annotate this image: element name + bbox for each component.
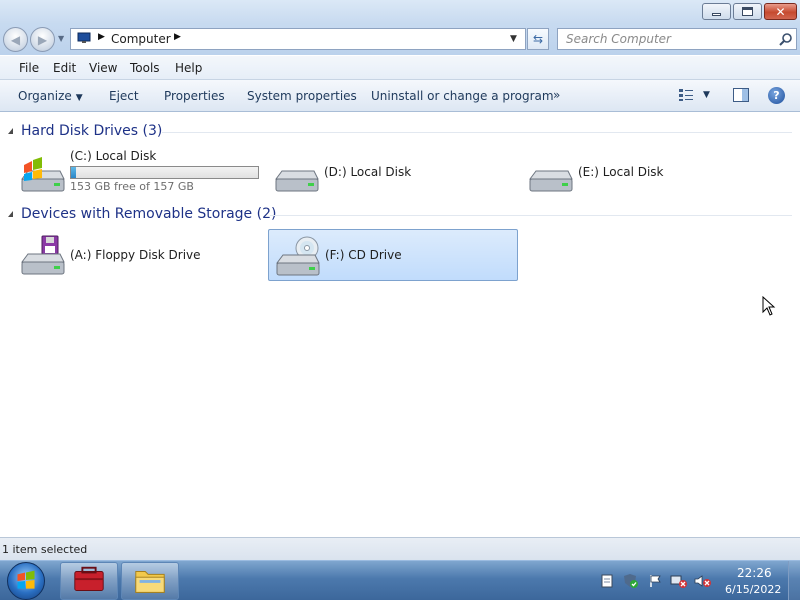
- volume-muted-icon[interactable]: [694, 574, 712, 588]
- clock-time[interactable]: 22:26: [737, 566, 772, 580]
- help-icon[interactable]: ?: [768, 87, 785, 104]
- navigation-bar: ◀ ▶ ▼ ▶ Computer ▶ ▼ ⇆: [0, 24, 800, 55]
- drive-label: (C:) Local Disk: [70, 149, 157, 163]
- system-properties-button[interactable]: System properties: [247, 89, 357, 103]
- floppy-drive-icon: [21, 235, 65, 275]
- drive-label: (F:) CD Drive: [325, 248, 402, 262]
- toolbox-icon: [74, 566, 104, 591]
- drive-item-f[interactable]: (F:) CD Drive: [268, 229, 518, 281]
- windows-logo-icon: [17, 570, 35, 589]
- drive-label: (D:) Local Disk: [324, 165, 412, 179]
- forward-button[interactable]: ▶: [30, 27, 55, 52]
- cd-drive-icon: [276, 236, 320, 276]
- clock-date[interactable]: 6/15/2022: [725, 583, 781, 596]
- title-bar: ✕: [0, 0, 800, 24]
- network-error-icon[interactable]: [670, 574, 688, 588]
- refresh-button[interactable]: ⇆: [527, 28, 549, 50]
- recent-pages-dropdown[interactable]: ▼: [58, 34, 68, 44]
- action-center-flag-icon[interactable]: [648, 574, 662, 588]
- more-commands-button[interactable]: »: [553, 88, 560, 102]
- minimize-icon: [712, 13, 721, 16]
- search-box: [557, 28, 797, 50]
- menu-edit[interactable]: Edit: [53, 61, 76, 75]
- mouse-cursor-icon: [762, 296, 776, 316]
- collapse-arrow-icon[interactable]: [8, 128, 13, 134]
- view-options-dropdown[interactable]: ▼: [703, 90, 710, 100]
- hard-drive-icon: [275, 170, 319, 192]
- show-desktop-button[interactable]: [788, 561, 800, 600]
- address-bar[interactable]: ▶ Computer ▶ ▼: [70, 28, 526, 50]
- breadcrumb-computer[interactable]: Computer: [111, 32, 171, 46]
- breadcrumb-separator-icon[interactable]: ▶: [174, 32, 181, 42]
- close-button[interactable]: ✕: [764, 3, 797, 20]
- group-title: Hard Disk Drives (3): [21, 123, 163, 139]
- hard-drive-icon: [529, 170, 573, 192]
- menu-view[interactable]: View: [89, 61, 117, 75]
- search-icon[interactable]: [779, 32, 793, 46]
- menu-bar: File Edit View Tools Help: [0, 56, 800, 80]
- drive-label: (A:) Floppy Disk Drive: [70, 248, 201, 262]
- breadcrumb-separator-icon[interactable]: ▶: [98, 32, 105, 42]
- group-title: Devices with Removable Storage (2): [21, 206, 277, 222]
- menu-tools[interactable]: Tools: [130, 61, 160, 75]
- start-button[interactable]: [7, 562, 45, 600]
- properties-button[interactable]: Properties: [164, 89, 225, 103]
- drive-item-e[interactable]: (E:) Local Disk: [522, 146, 772, 198]
- forward-arrow-icon: ▶: [37, 32, 48, 47]
- drive-free-space-text: 153 GB free of 157 GB: [70, 180, 194, 193]
- back-arrow-icon: ◀: [10, 32, 21, 47]
- address-history-dropdown[interactable]: ▼: [510, 34, 517, 44]
- refresh-icon: ⇆: [532, 32, 544, 46]
- drive-capacity-fill: [71, 167, 76, 178]
- drives-view: Hard Disk Drives (3) (C:) Local Disk 153…: [0, 113, 800, 537]
- computer-icon: [77, 32, 91, 43]
- search-input[interactable]: [558, 29, 772, 49]
- menu-help[interactable]: Help: [175, 61, 202, 75]
- collapse-arrow-icon[interactable]: [8, 211, 13, 217]
- status-bar: 1 item selected: [0, 537, 800, 560]
- drive-capacity-bar: [70, 166, 259, 179]
- restore-icon: [742, 4, 756, 16]
- action-center-document-icon[interactable]: [600, 574, 614, 588]
- menu-file[interactable]: File: [19, 61, 39, 75]
- group-divider: [270, 215, 792, 216]
- close-icon: ✕: [775, 4, 786, 19]
- folder-icon: [135, 571, 165, 593]
- organize-label: Organize: [18, 89, 72, 103]
- drive-label: (E:) Local Disk: [578, 165, 664, 179]
- uninstall-button[interactable]: Uninstall or change a program: [371, 89, 554, 103]
- organize-button[interactable]: Organize ▼: [18, 89, 83, 103]
- security-shield-icon[interactable]: [622, 574, 640, 588]
- drive-item-a[interactable]: (A:) Floppy Disk Drive: [14, 229, 264, 281]
- change-view-icon[interactable]: [678, 88, 694, 102]
- back-button[interactable]: ◀: [3, 27, 28, 52]
- restore-button[interactable]: [733, 3, 762, 20]
- chevron-down-icon: ▼: [75, 93, 83, 103]
- taskbar-app-toolbox[interactable]: [60, 562, 118, 600]
- drive-item-d[interactable]: (D:) Local Disk: [268, 146, 518, 198]
- minimize-button[interactable]: [702, 3, 731, 20]
- group-divider: [162, 132, 792, 133]
- command-bar: Organize ▼ Eject Properties System proper…: [0, 80, 800, 112]
- eject-button[interactable]: Eject: [109, 89, 139, 103]
- windows-drive-icon: [21, 157, 65, 192]
- status-text: 1 item selected: [2, 543, 88, 556]
- group-header-hard-disk-drives[interactable]: Hard Disk Drives (3): [0, 122, 800, 142]
- taskbar: 22:26 6/15/2022: [0, 560, 800, 600]
- group-header-removable-storage[interactable]: Devices with Removable Storage (2): [0, 205, 800, 225]
- taskbar-app-explorer[interactable]: [121, 562, 179, 600]
- preview-pane-icon[interactable]: [733, 88, 749, 102]
